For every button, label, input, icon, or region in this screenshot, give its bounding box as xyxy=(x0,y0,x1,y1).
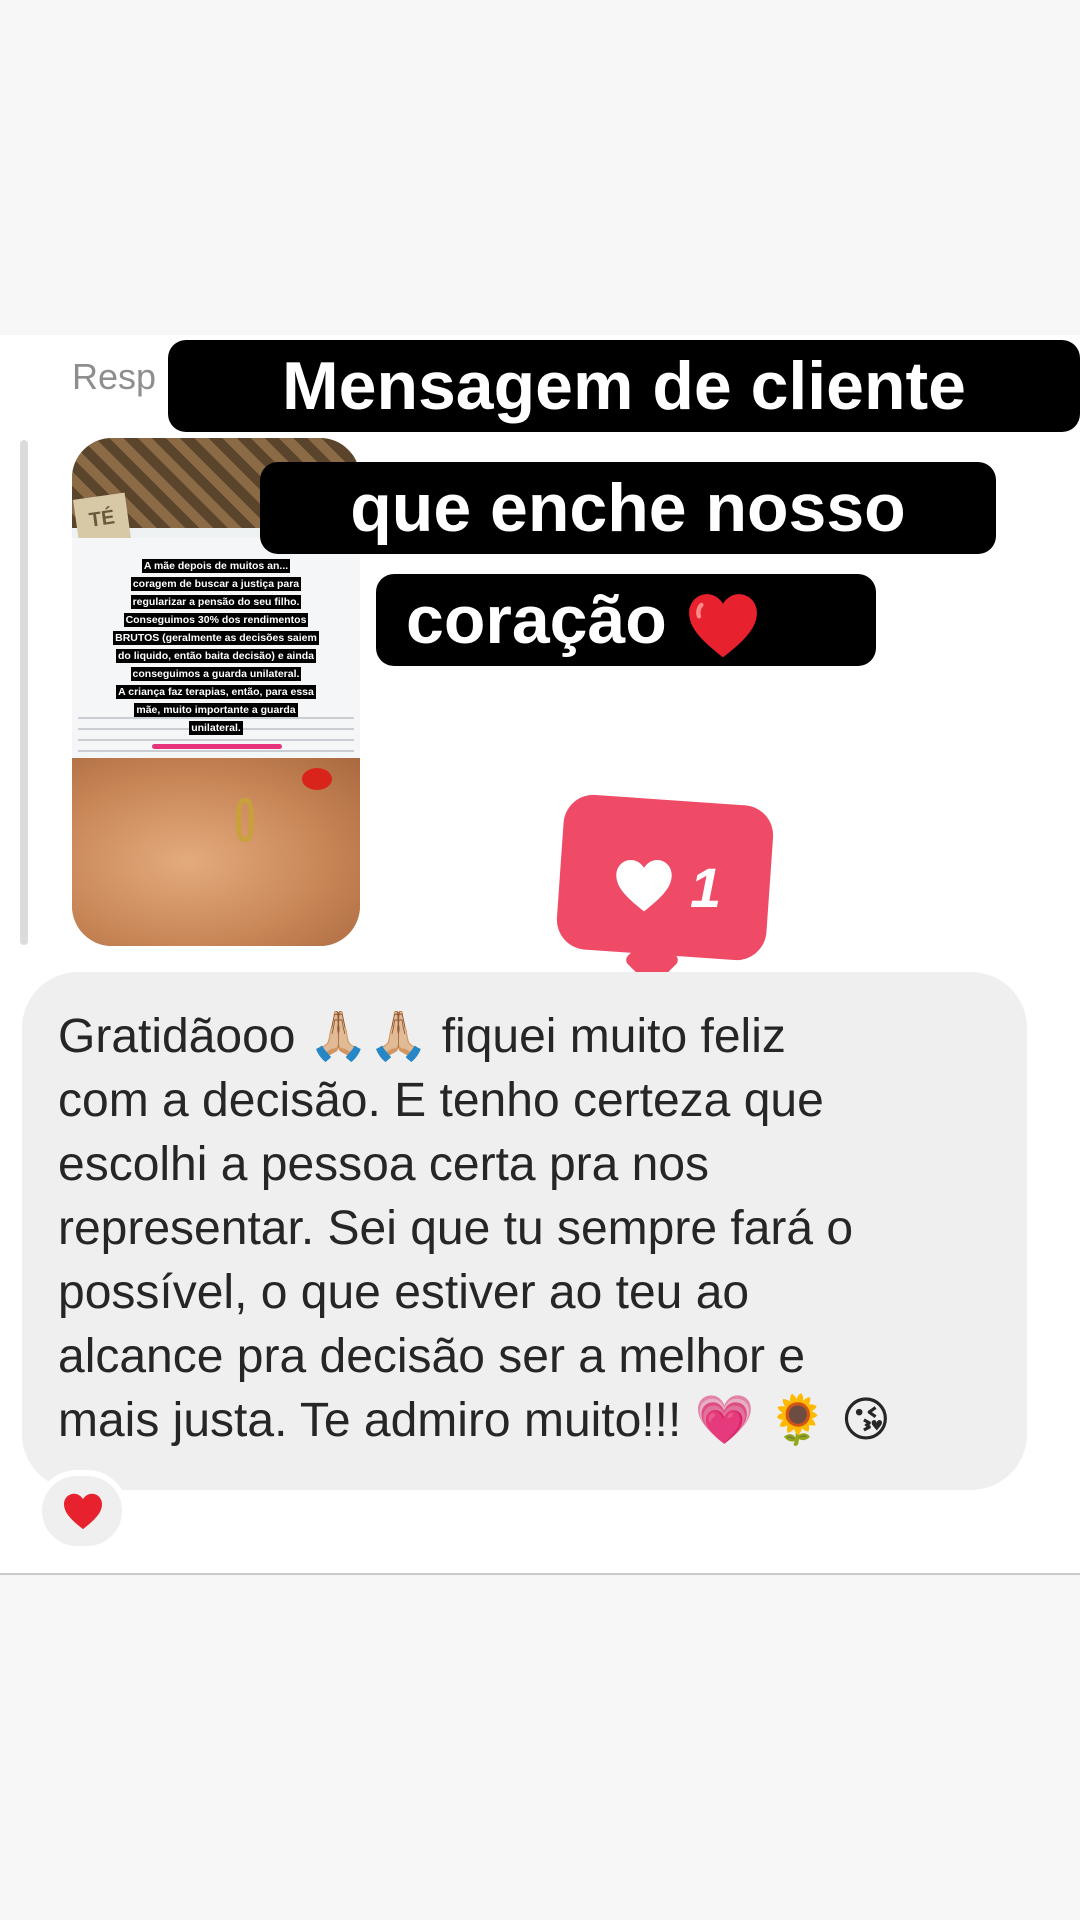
red-heart-icon xyxy=(64,1493,102,1530)
thumb-caption-line: mãe, muito importante a guarda xyxy=(134,703,298,717)
message-line: Gratidãooo 🙏🏼🙏🏼 fiquei muito feliz xyxy=(58,1010,786,1063)
red-heart-icon xyxy=(688,594,757,658)
message-line: possível, o que estiver ao teu ao xyxy=(58,1266,750,1319)
thumb-highlight-underline xyxy=(152,744,282,749)
thumb-caption-line: Conseguimos 30% dos rendimentos xyxy=(123,613,309,627)
thumb-caption-line: A mãe depois de muitos an... xyxy=(141,559,291,573)
message-line: mais justa. Te admiro muito!!! 💗 🌻 😘 xyxy=(58,1394,891,1447)
thumb-caption-line: coragem de buscar a justiça para xyxy=(130,577,302,591)
overlay-title-line-2: que enche nosso xyxy=(260,462,996,554)
message-line: escolhi a pessoa certa pra nos xyxy=(58,1138,710,1191)
thumb-ring xyxy=(236,798,254,842)
reply-indicator-bar xyxy=(20,440,28,945)
overlay-title-line-3: coração xyxy=(376,574,876,666)
thumb-caption-line: regularizar a pensão do seu filho. xyxy=(130,595,302,609)
bottom-background xyxy=(0,1575,1080,1920)
message-line: alcance pra decisão ser a melhor e xyxy=(58,1330,806,1383)
white-heart-icon xyxy=(616,859,672,912)
thumb-nail xyxy=(302,768,332,790)
overlay-title-text: coração xyxy=(406,582,667,658)
thumb-caption-line: conseguimos a guarda unilateral. xyxy=(130,667,302,681)
like-count: 1 xyxy=(690,856,722,919)
overlay-title-line-1: Mensagem de cliente xyxy=(168,340,1080,432)
thumb-caption-line: BRUTOS (geralmente as decisões saiem xyxy=(113,631,319,645)
thumb-caption-line: unilateral. xyxy=(189,721,243,735)
message-line: com a decisão. E tenho certeza que xyxy=(58,1074,824,1127)
message-reaction[interactable] xyxy=(36,1470,128,1552)
thumb-caption-line: do liquido, então baita decisão) e ainda xyxy=(115,649,317,663)
message-line: representar. Sei que tu sempre fará o xyxy=(58,1202,854,1255)
message-text: Gratidãooo 🙏🏼🙏🏼 fiquei muito feliz com a… xyxy=(58,1005,1018,1453)
thumb-caption-line: A criança faz terapias, então, para essa xyxy=(116,685,316,699)
replied-to-story-label: Resp xyxy=(72,356,157,397)
thumb-caption: A mãe depois de muitos an... coragem de … xyxy=(94,556,338,736)
top-background xyxy=(0,0,1080,335)
